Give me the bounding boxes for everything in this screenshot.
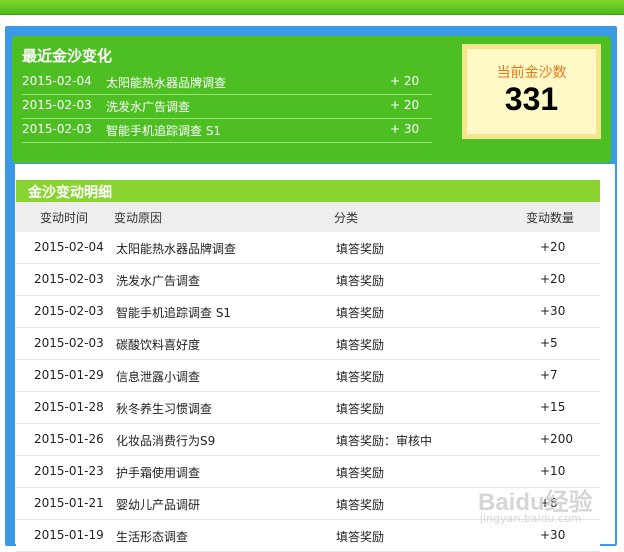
row-type: 填答奖励 [336, 402, 385, 416]
row-reason: 护手霜使用调查 [116, 466, 201, 480]
row-date: 2015-01-26 [34, 432, 104, 446]
recent-row-reason[interactable]: 洗发水广告调查 [106, 98, 190, 115]
row-date: 2015-01-21 [34, 496, 104, 510]
row-date: 2015-01-29 [34, 368, 104, 382]
recent-row-date: 2015-02-03 [22, 98, 92, 112]
recent-row-reason[interactable]: 智能手机追踪调查 S1 [106, 122, 221, 139]
recent-row: 2015-02-03 洗发水广告调查 + 20 [22, 94, 432, 119]
row-amount: +15 [540, 400, 566, 414]
recent-row-amount: + 20 [390, 98, 420, 112]
detail-table-body: 2015-02-04 太阳能热水器品牌调查 填答奖励 +20 2015-02-0… [16, 232, 600, 552]
row-type: 填答奖励 [336, 498, 385, 512]
row-date: 2015-02-03 [34, 304, 104, 318]
recent-row: 2015-02-04 太阳能热水器品牌调查 + 20 [22, 70, 432, 95]
row-date: 2015-01-19 [34, 528, 104, 542]
table-row: 2015-01-28 秋冬养生习惯调查 填答奖励 +15 [16, 392, 600, 424]
table-row: 2015-01-26 化妆品消费行为S9 填答奖励：审核中 +200 [16, 424, 600, 456]
row-type: 填答奖励 [336, 306, 385, 320]
row-type: 填答奖励 [336, 338, 385, 352]
row-type: 填答奖励 [336, 242, 385, 256]
row-amount: +10 [540, 464, 566, 478]
row-reason: 化妆品消费行为S9 [116, 434, 216, 448]
row-amount: +30 [540, 304, 566, 318]
balance-label: 当前金沙数 [496, 65, 567, 81]
row-amount: +200 [540, 432, 573, 446]
row-type: 填答奖励：审核中 [336, 434, 433, 448]
table-row: 2015-02-03 碳酸饮料喜好度 填答奖励 +5 [16, 328, 600, 360]
column-header-type: 分类 [334, 211, 359, 225]
row-reason: 智能手机追踪调查 S1 [116, 306, 232, 320]
row-type: 填答奖励 [336, 274, 385, 288]
row-type: 填答奖励 [336, 530, 385, 544]
row-date: 2015-02-03 [34, 336, 104, 350]
row-date: 2015-02-03 [34, 272, 104, 286]
row-reason: 信息泄露小调查 [116, 370, 201, 384]
row-date: 2015-02-04 [34, 240, 104, 254]
table-row: 2015-01-23 护手霜使用调查 填答奖励 +10 [16, 456, 600, 488]
row-reason: 太阳能热水器品牌调查 [116, 242, 237, 256]
recent-row-amount: + 30 [390, 122, 420, 136]
row-date: 2015-01-23 [34, 464, 104, 478]
row-reason: 秋冬养生习惯调查 [116, 402, 213, 416]
row-date: 2015-01-28 [34, 400, 104, 414]
detail-section-title: 金沙变动明细 [28, 185, 112, 201]
row-amount: +7 [540, 368, 558, 382]
detail-section-header: 金沙变动明细 [16, 180, 600, 202]
column-header-amount: 变动数量 [526, 211, 575, 225]
row-reason: 生活形态调查 [116, 530, 189, 544]
row-reason: 碳酸饮料喜好度 [116, 338, 201, 352]
recent-row-amount: + 20 [390, 74, 420, 88]
balance-value: 331 [504, 81, 559, 117]
balance-box: 当前金沙数 331 [462, 44, 601, 139]
recent-changes-title: 最近金沙变化 [22, 47, 113, 65]
table-row: 2015-02-03 智能手机追踪调查 S1 填答奖励 +30 [16, 296, 600, 328]
row-amount: +20 [540, 240, 566, 254]
table-row: 2015-01-19 生活形态调查 填答奖励 +30 [16, 520, 600, 552]
detail-table-header: 变动时间 变动原因 分类 变动数量 [16, 202, 600, 232]
row-type: 填答奖励 [336, 466, 385, 480]
table-row: 2015-01-21 婴幼儿产品调研 填答奖励 +8 [16, 488, 600, 520]
column-header-time: 变动时间 [40, 211, 89, 225]
table-row: 2015-02-03 洗发水广告调查 填答奖励 +20 [16, 264, 600, 296]
recent-row-date: 2015-02-04 [22, 74, 92, 88]
row-amount: +20 [540, 272, 566, 286]
column-header-reason: 变动原因 [114, 211, 163, 225]
table-row: 2015-02-04 太阳能热水器品牌调查 填答奖励 +20 [16, 232, 600, 264]
row-amount: +5 [540, 336, 558, 350]
recent-row-reason[interactable]: 太阳能热水器品牌调查 [106, 74, 226, 91]
recent-row-date: 2015-02-03 [22, 122, 92, 136]
row-type: 填答奖励 [336, 370, 385, 384]
table-row: 2015-01-29 信息泄露小调查 填答奖励 +7 [16, 360, 600, 392]
row-amount: +30 [540, 528, 566, 542]
recent-row: 2015-02-03 智能手机追踪调查 S1 + 30 [22, 118, 432, 143]
row-reason: 婴幼儿产品调研 [116, 498, 201, 512]
row-reason: 洗发水广告调查 [116, 274, 201, 288]
row-amount: +8 [540, 496, 558, 510]
top-banner-strip [0, 0, 624, 15]
